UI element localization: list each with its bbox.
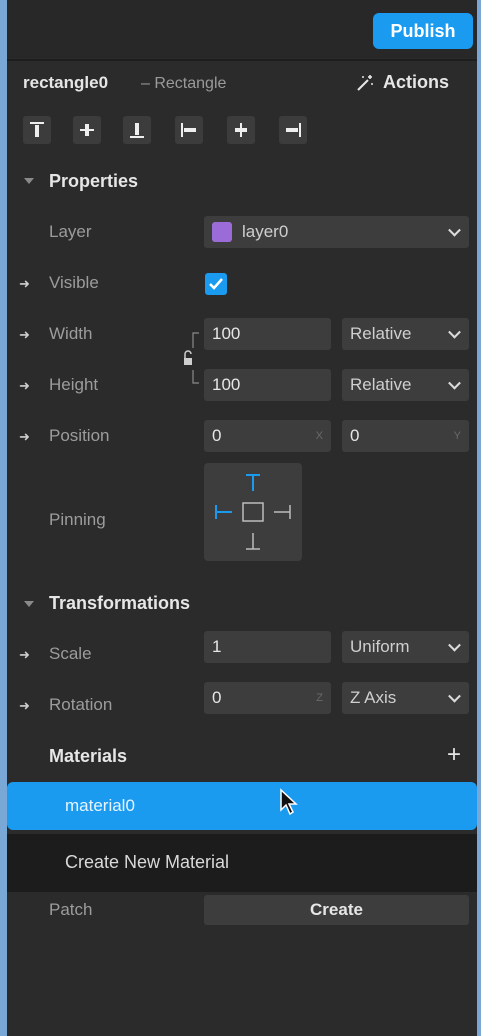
layer-label: Layer: [49, 222, 92, 241]
height-label: Height: [49, 375, 99, 394]
pinning-widget[interactable]: [204, 463, 302, 561]
width-mode-value: Relative: [350, 324, 412, 343]
rotation-axis-value: Z Axis: [350, 688, 397, 707]
magic-wand-icon: [357, 74, 373, 91]
object-type: – Rectangle: [141, 75, 227, 92]
rotation-label: Rotation: [49, 695, 113, 714]
align-top-button[interactable]: [23, 116, 51, 144]
height-mode-value: Relative: [350, 375, 412, 394]
align-left-icon: [181, 123, 196, 137]
width-mode-select[interactable]: Relative: [342, 318, 469, 350]
section-properties[interactable]: Properties: [49, 171, 138, 192]
chevron-down-icon: [448, 376, 461, 390]
width-label: Width: [49, 324, 93, 343]
actions-button[interactable]: Actions: [355, 72, 449, 93]
chevron-down-icon: [448, 638, 461, 652]
x-axis-hint: X: [315, 430, 323, 442]
align-right-button[interactable]: [279, 116, 307, 144]
chevron-down-icon: [448, 223, 461, 237]
divider: [7, 59, 477, 61]
layer-select[interactable]: layer0: [204, 216, 469, 248]
z-axis-hint: Z: [316, 692, 323, 704]
align-horizontal-center-button[interactable]: [227, 116, 255, 144]
mouse-cursor-icon: [280, 788, 298, 816]
arrow-right-icon[interactable]: ➜: [19, 276, 30, 292]
scale-label: Scale: [49, 644, 92, 663]
position-x-value: 0: [212, 426, 222, 445]
position-y-input[interactable]: 0 Y: [342, 420, 469, 452]
visible-label: Visible: [49, 273, 99, 292]
rotation-value: 0: [212, 688, 222, 707]
scale-mode-select[interactable]: Uniform: [342, 631, 469, 663]
section-transformations[interactable]: Transformations: [49, 593, 190, 614]
width-input[interactable]: 100: [204, 318, 331, 350]
chevron-down-icon: [448, 325, 461, 339]
inspector-panel: Publish rectangle0 – Rectangle Actions P…: [7, 0, 477, 1036]
arrow-right-icon[interactable]: ➜: [19, 429, 30, 445]
arrow-right-icon[interactable]: ➜: [19, 647, 30, 663]
align-bottom-icon: [130, 123, 144, 138]
create-new-material-item[interactable]: Create New Material: [65, 852, 229, 873]
material-dropdown-menu: Create New Material: [7, 834, 477, 892]
pinning-diagram-icon: [215, 474, 291, 550]
collapse-triangle-icon[interactable]: [24, 178, 34, 184]
material-list-item[interactable]: material0: [7, 782, 477, 830]
create-patch-button[interactable]: Create: [204, 895, 469, 925]
object-name: rectangle0: [23, 73, 109, 92]
arrow-right-icon[interactable]: ➜: [19, 327, 30, 343]
align-right-icon: [286, 123, 301, 137]
position-x-input[interactable]: 0 X: [204, 420, 331, 452]
collapse-triangle-icon[interactable]: [24, 601, 34, 607]
align-top-icon: [30, 122, 44, 137]
actions-label: Actions: [383, 72, 450, 92]
align-horizontal-center-icon: [235, 123, 247, 137]
visible-checkbox[interactable]: [205, 273, 227, 295]
material-name: material0: [65, 796, 135, 815]
aspect-lock-icon[interactable]: [181, 330, 201, 386]
align-bottom-button[interactable]: [123, 116, 151, 144]
position-label: Position: [49, 426, 110, 445]
align-left-button[interactable]: [175, 116, 203, 144]
publish-button[interactable]: Publish: [373, 13, 473, 49]
plus-icon[interactable]: +: [447, 741, 461, 769]
scale-mode-value: Uniform: [350, 637, 410, 656]
position-y-value: 0: [350, 426, 360, 445]
patch-label: Patch: [49, 900, 93, 919]
layer-color-swatch: [212, 222, 232, 242]
arrow-right-icon[interactable]: ➜: [19, 378, 30, 394]
y-axis-hint: Y: [453, 430, 461, 442]
checkmark-icon: [209, 278, 223, 290]
layer-value: layer0: [242, 222, 289, 241]
height-mode-select[interactable]: Relative: [342, 369, 469, 401]
pinning-label: Pinning: [49, 510, 106, 529]
align-vertical-center-button[interactable]: [73, 116, 101, 144]
arrow-right-icon[interactable]: ➜: [19, 698, 30, 714]
rotation-input[interactable]: 0 Z: [204, 682, 331, 714]
scale-input[interactable]: 1: [204, 631, 331, 663]
section-materials: Materials: [49, 746, 128, 766]
rotation-axis-select[interactable]: Z Axis: [342, 682, 469, 714]
chevron-down-icon: [448, 689, 461, 703]
height-input[interactable]: 100: [204, 369, 331, 401]
top-bar: Publish: [7, 0, 477, 58]
align-vertical-center-icon: [80, 124, 94, 136]
